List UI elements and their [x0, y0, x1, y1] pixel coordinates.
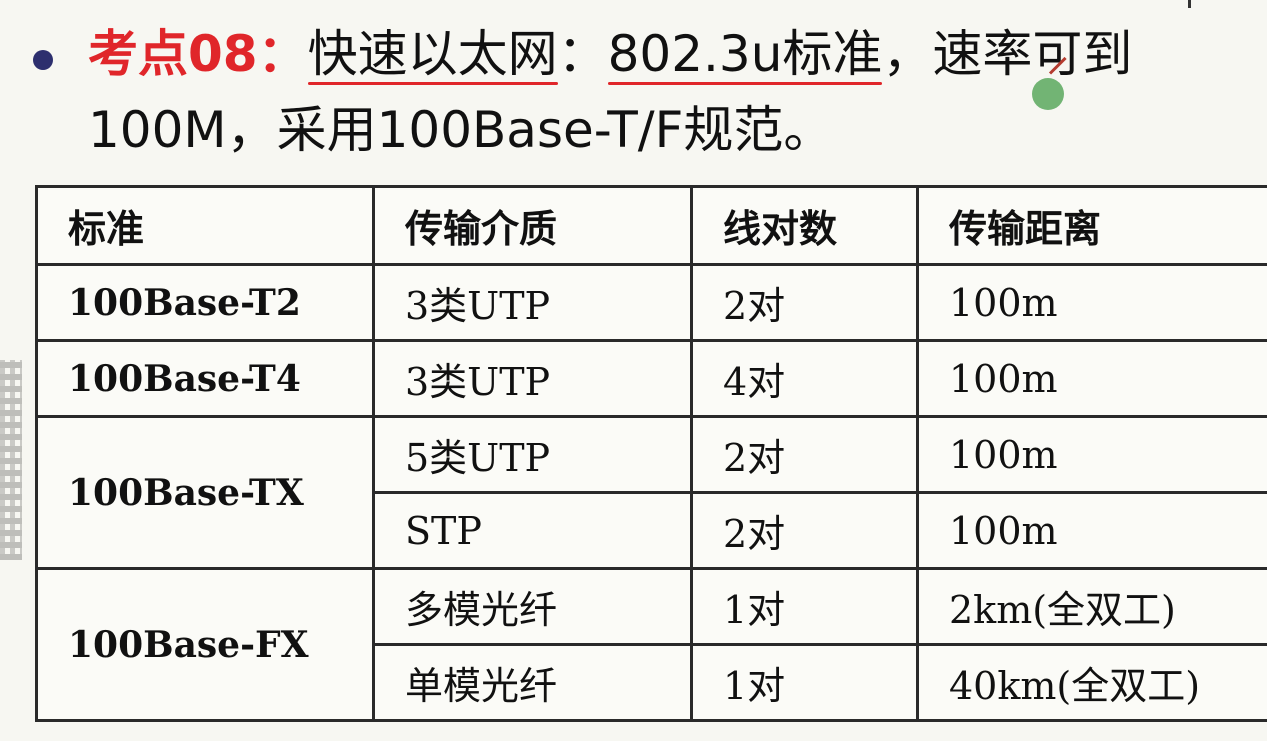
heading-line-1: 考点08：快速以太网：802.3u标准，速率可到 — [88, 22, 1132, 86]
corner-mark — [1188, 0, 1191, 8]
header-distance: 传输距离 — [916, 185, 1267, 266]
pairs-cell: 2对 — [690, 491, 919, 570]
standard-cell: 100Base-T4 — [35, 339, 375, 418]
topic-label: 考点08： — [88, 25, 308, 83]
heading-line-2: 100M，采用100Base-T/F规范。 — [88, 101, 834, 159]
pairs-cell: 1对 — [690, 643, 919, 722]
topic-standard: 802.3u标准 — [607, 25, 883, 83]
medium-cell: 3类UTP — [372, 263, 693, 342]
medium-cell: 5类UTP — [372, 415, 693, 494]
distance-cell: 100m — [916, 339, 1267, 418]
topic-speed-text: ，速率可到 — [882, 25, 1133, 83]
table-row: 100Base-TX 5类UTP 2对 100m — [35, 415, 1267, 570]
header-medium: 传输介质 — [372, 185, 693, 266]
header-standard: 标准 — [35, 185, 375, 266]
pairs-cell: 2对 — [690, 263, 919, 342]
table-header-row: 标准 传输介质 线对数 传输距离 — [35, 185, 1267, 266]
standard-cell: 100Base-T2 — [35, 263, 375, 342]
table-row: 100Base-T2 3类UTP 2对 100m — [35, 263, 1267, 342]
table-row: 100Base-FX 多模光纤 1对 2km(全双工) — [35, 567, 1267, 722]
distance-cell: 2km(全双工) — [916, 567, 1267, 646]
medium-cell: 3类UTP — [372, 339, 693, 418]
pairs-cell: 4对 — [690, 339, 919, 418]
pairs-cell: 1对 — [690, 567, 919, 646]
pointer-dot-icon — [1032, 78, 1064, 110]
medium-cell: 多模光纤 — [372, 567, 693, 646]
distance-cell: 100m — [916, 415, 1267, 494]
table-row: 100Base-T4 3类UTP 4对 100m — [35, 339, 1267, 418]
topic-title: 快速以太网 — [307, 25, 558, 83]
pairs-cell: 2对 — [690, 415, 919, 494]
standard-cell: 100Base-FX — [35, 567, 375, 722]
distance-cell: 40km(全双工) — [916, 643, 1267, 722]
topic-separator: ： — [557, 25, 608, 83]
ethernet-standards-table: 标准 传输介质 线对数 传输距离 100Base-T2 3类UTP 2对 100… — [35, 185, 1267, 722]
distance-cell: 100m — [916, 491, 1267, 570]
bullet-icon — [33, 50, 53, 70]
medium-cell: 单模光纤 — [372, 643, 693, 722]
distance-cell: 100m — [916, 263, 1267, 342]
medium-cell: STP — [372, 491, 693, 570]
header-pairs: 线对数 — [690, 185, 919, 266]
qr-code-strip — [0, 360, 22, 560]
standard-cell: 100Base-TX — [35, 415, 375, 570]
